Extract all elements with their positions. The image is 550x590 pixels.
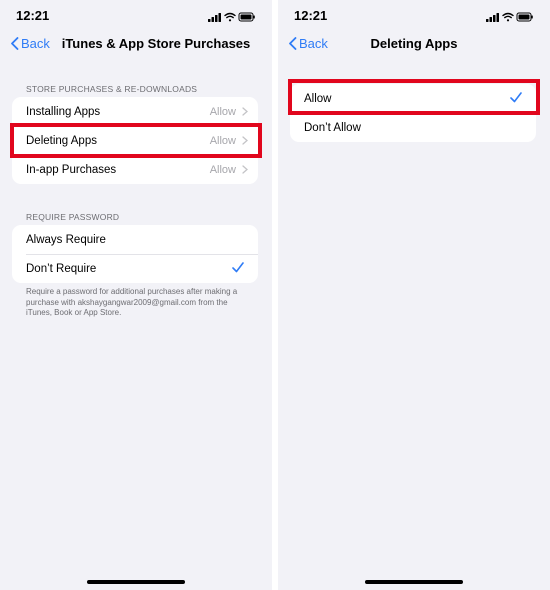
row-installing-apps[interactable]: Installing Apps Allow: [12, 97, 258, 126]
deleting-apps-options: Allow Don’t Allow: [290, 84, 536, 142]
require-password-group: Always Require Don’t Require: [12, 225, 258, 283]
left-screen: 12:21 Back iTunes & App Store Purchases …: [0, 0, 272, 590]
wifi-icon: [502, 12, 514, 22]
row-value: Allow: [209, 134, 236, 147]
row-label: In-app Purchases: [26, 163, 117, 176]
row-in-app-purchases[interactable]: In-app Purchases Allow: [12, 155, 258, 184]
page-title: Deleting Apps: [370, 36, 458, 51]
section-header-password: REQUIRE PASSWORD: [26, 212, 120, 222]
wifi-icon: [224, 12, 236, 22]
row-label: Always Require: [26, 233, 106, 246]
checkmark-icon: [232, 262, 244, 273]
row-deleting-apps[interactable]: Deleting Apps Allow: [12, 126, 258, 155]
battery-icon: [516, 12, 533, 22]
chevron-right-icon: [242, 165, 248, 174]
password-footer-note: Require a password for additional purcha…: [26, 287, 238, 317]
row-value: Allow: [209, 105, 236, 118]
status-bar: 12:21: [278, 8, 550, 26]
chevron-right-icon: [242, 136, 248, 145]
row-dont-require[interactable]: Don’t Require: [12, 254, 258, 283]
cellular-signal-icon: [208, 13, 221, 22]
right-screen: 12:21 Back Deleting Apps Allow Don’t All…: [278, 0, 550, 590]
battery-icon: [238, 12, 255, 22]
section-header-store: STORE PURCHASES & RE-DOWNLOADS: [26, 84, 198, 94]
row-label: Installing Apps: [26, 105, 101, 118]
status-time: 12:21: [294, 8, 328, 23]
home-indicator[interactable]: [365, 580, 463, 584]
row-label: Deleting Apps: [26, 134, 97, 147]
page-title: iTunes & App Store Purchases: [61, 36, 251, 51]
row-always-require[interactable]: Always Require: [12, 225, 258, 254]
row-label: Don’t Require: [26, 262, 97, 275]
cellular-signal-icon: [486, 13, 499, 22]
status-icons: [486, 10, 534, 28]
status-bar: 12:21: [0, 8, 272, 26]
navigation-bar: Back Deleting Apps: [278, 36, 550, 58]
status-icons: [208, 10, 256, 28]
chevron-left-icon: [11, 37, 19, 50]
option-label: Don’t Allow: [304, 121, 361, 134]
option-dont-allow[interactable]: Don’t Allow: [290, 113, 536, 142]
checkmark-icon: [510, 92, 522, 103]
option-label: Allow: [304, 92, 332, 105]
status-time: 12:21: [16, 8, 50, 23]
row-value: Allow: [209, 163, 236, 176]
home-indicator[interactable]: [87, 580, 185, 584]
store-purchases-group: Installing Apps Allow Deleting Apps Allo…: [12, 97, 258, 184]
chevron-right-icon: [242, 107, 248, 116]
navigation-bar: Back iTunes & App Store Purchases: [0, 36, 272, 58]
option-allow[interactable]: Allow: [290, 84, 536, 113]
